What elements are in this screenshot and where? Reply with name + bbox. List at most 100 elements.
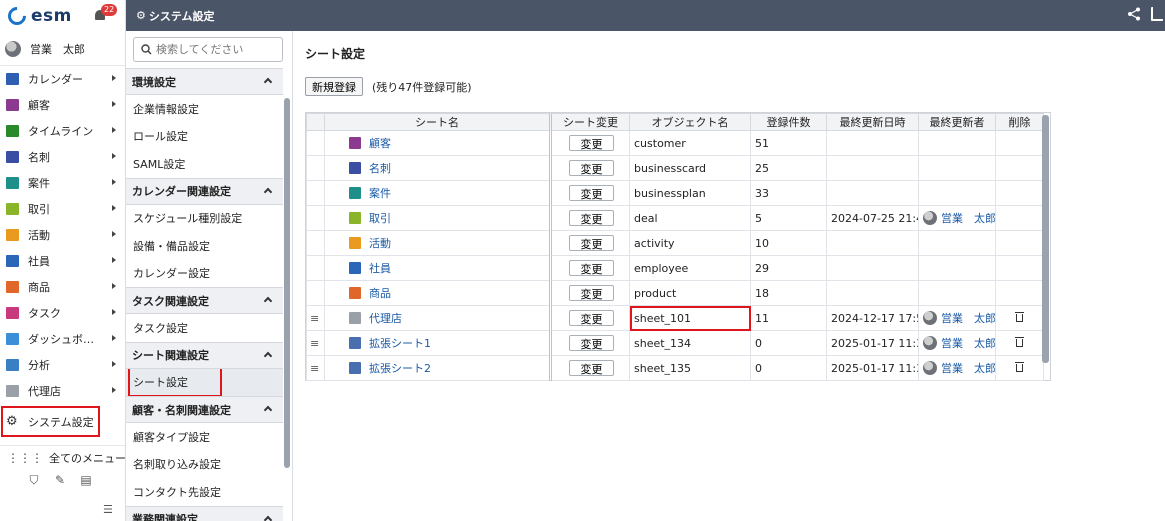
sidebar-item[interactable]: 案件 bbox=[0, 170, 125, 196]
activity-icon bbox=[6, 229, 19, 241]
change-button[interactable]: 変更 bbox=[569, 160, 614, 176]
settings-menu-item[interactable]: タスク設定 bbox=[126, 314, 283, 342]
change-button[interactable]: 変更 bbox=[569, 310, 614, 326]
change-button[interactable]: 変更 bbox=[569, 260, 614, 276]
avatar bbox=[923, 311, 937, 325]
settings-menu-item[interactable]: コンタクト先設定 bbox=[126, 478, 283, 506]
change-button[interactable]: 変更 bbox=[569, 210, 614, 226]
change-button[interactable]: 変更 bbox=[569, 235, 614, 251]
sidebar-item[interactable]: 取引 bbox=[0, 196, 125, 222]
trash-icon[interactable] bbox=[1015, 336, 1024, 347]
drag-handle-icon[interactable]: ≡ bbox=[306, 305, 325, 331]
drag-handle-icon[interactable]: ≡ bbox=[306, 330, 325, 356]
sheet-name-link[interactable]: 代理店 bbox=[369, 310, 402, 326]
sidebar-item-label: 名刺 bbox=[28, 151, 50, 164]
updated-at-cell bbox=[826, 130, 919, 156]
updater-name-link[interactable]: 営業 太郎 bbox=[941, 335, 995, 351]
settings-group-header[interactable]: 環境設定 bbox=[126, 68, 283, 95]
collapse-sidebar-icon[interactable]: ☰ bbox=[103, 503, 113, 516]
settings-menu-item[interactable]: 顧客タイプ設定 bbox=[126, 423, 283, 451]
updated-by-cell: 営業 太郎 bbox=[918, 205, 996, 231]
updater-name-link[interactable]: 営業 太郎 bbox=[941, 310, 995, 326]
change-button[interactable]: 変更 bbox=[569, 185, 614, 201]
wrench-icon[interactable]: ✎ bbox=[54, 474, 66, 486]
sheet-name-cell: 名刺 bbox=[324, 155, 551, 181]
calendar-icon bbox=[6, 73, 19, 85]
settings-group-header[interactable]: 顧客・名刺関連設定 bbox=[126, 396, 283, 423]
sheet-change-cell: 変更 bbox=[549, 130, 630, 156]
settings-group-header[interactable]: シート関連設定 bbox=[126, 341, 283, 369]
new-register-button[interactable]: 新規登録 bbox=[305, 77, 363, 96]
sidebar-item[interactable]: 商品 bbox=[0, 274, 125, 300]
trash-icon[interactable] bbox=[1015, 311, 1024, 322]
sidebar-item[interactable]: 分析 bbox=[0, 352, 125, 378]
chevron-right-icon bbox=[112, 101, 116, 107]
sheet-name-link[interactable]: 顧客 bbox=[369, 135, 391, 151]
settings-group-header[interactable]: タスク関連設定 bbox=[126, 287, 283, 314]
sidebar-item[interactable]: タスク bbox=[0, 300, 125, 326]
sheet-name-link[interactable]: 社員 bbox=[369, 260, 391, 276]
sidebar-item-system-settings[interactable]: ⚙ システム設定 bbox=[1, 406, 100, 437]
sheet-name-link[interactable]: 活動 bbox=[369, 235, 391, 251]
settings-item-label: スケジュール種別設定 bbox=[133, 212, 243, 226]
settings-group-header[interactable]: 業務関連設定 bbox=[126, 505, 283, 521]
sidebar-item[interactable]: 顧客 bbox=[0, 92, 125, 118]
settings-menu-item[interactable]: SAML設定 bbox=[126, 150, 283, 178]
settings-menu-item[interactable]: カレンダー設定 bbox=[126, 260, 283, 288]
product-icon bbox=[349, 287, 361, 299]
sheet-change-cell: 変更 bbox=[549, 155, 630, 181]
sheet-name-link[interactable]: 案件 bbox=[369, 185, 391, 201]
user-profile[interactable]: 営業 太郎 bbox=[0, 32, 125, 66]
sidebar-item[interactable]: 社員 bbox=[0, 248, 125, 274]
sidebar-item-label: 商品 bbox=[28, 281, 50, 294]
settings-menu-item[interactable]: 設備・備品設定 bbox=[126, 232, 283, 260]
delete-cell bbox=[995, 330, 1044, 356]
updater-name-link[interactable]: 営業 太郎 bbox=[941, 210, 995, 226]
settings-menu-item[interactable]: 企業情報設定 bbox=[126, 95, 283, 123]
chevron-right-icon bbox=[112, 309, 116, 315]
updated-at-cell: 2024-07-25 21:49 bbox=[826, 205, 919, 231]
sidebar-item[interactable]: ダッシュボ… bbox=[0, 326, 125, 352]
shield-icon[interactable]: ⛉ bbox=[28, 474, 40, 486]
list-icon[interactable]: ▤ bbox=[80, 474, 92, 486]
count-cell: 11 bbox=[750, 305, 827, 331]
esm-logo-icon bbox=[4, 3, 30, 29]
delete-cell bbox=[995, 205, 1044, 231]
sheet-name-link[interactable]: 拡張シート1 bbox=[369, 335, 431, 351]
sheet-name-link[interactable]: 拡張シート2 bbox=[369, 360, 431, 376]
settings-item-sheet-settings[interactable]: シート設定 bbox=[126, 367, 283, 398]
share-icon[interactable] bbox=[1127, 7, 1141, 21]
sheet-change-cell: 変更 bbox=[549, 280, 630, 306]
chevron-up-icon bbox=[263, 296, 273, 306]
updater-name-link[interactable]: 営業 太郎 bbox=[941, 360, 995, 376]
deal-icon bbox=[6, 203, 19, 215]
nav-list: カレンダー 顧客 タイムライン名刺案件取引 活動 社員商品タスク ダッシュボ… 分析 代理店 bbox=[0, 66, 125, 404]
sheet-name-link[interactable]: 取引 bbox=[369, 210, 391, 226]
settings-item-label: SAML設定 bbox=[133, 157, 186, 171]
all-menu-button[interactable]: ⋮⋮⋮ 全てのメニュー bbox=[0, 445, 126, 469]
external-link-icon[interactable] bbox=[1151, 7, 1163, 21]
settings-group-header[interactable]: カレンダー関連設定 bbox=[126, 177, 283, 205]
updated-at-cell: 2025-01-17 11:32 bbox=[826, 355, 919, 381]
sidebar-item[interactable]: 活動 bbox=[0, 222, 125, 248]
settings-search-input[interactable] bbox=[156, 43, 266, 56]
change-button[interactable]: 変更 bbox=[569, 285, 614, 301]
settings-menu-item[interactable]: 名刺取り込み設定 bbox=[126, 451, 283, 479]
sidebar-item[interactable]: 代理店 bbox=[0, 378, 125, 404]
sidebar-item[interactable]: 名刺 bbox=[0, 144, 125, 170]
settings-menu-scrollbar[interactable] bbox=[283, 68, 290, 518]
sidebar-item-label: 案件 bbox=[28, 177, 50, 190]
sheet-name-link[interactable]: 名刺 bbox=[369, 160, 391, 176]
trash-icon[interactable] bbox=[1015, 361, 1024, 372]
table-scrollbar[interactable] bbox=[1042, 115, 1049, 365]
sidebar-item[interactable]: カレンダー bbox=[0, 66, 125, 92]
change-button[interactable]: 変更 bbox=[569, 360, 614, 376]
sidebar-item[interactable]: タイムライン bbox=[0, 118, 125, 144]
settings-menu-item[interactable]: ロール設定 bbox=[126, 123, 283, 151]
drag-handle-icon[interactable]: ≡ bbox=[306, 355, 325, 381]
change-button[interactable]: 変更 bbox=[569, 335, 614, 351]
change-button[interactable]: 変更 bbox=[569, 135, 614, 151]
object-name-cell: customer bbox=[629, 130, 751, 156]
sheet-name-link[interactable]: 商品 bbox=[369, 285, 391, 301]
settings-menu-item[interactable]: スケジュール種別設定 bbox=[126, 205, 283, 233]
